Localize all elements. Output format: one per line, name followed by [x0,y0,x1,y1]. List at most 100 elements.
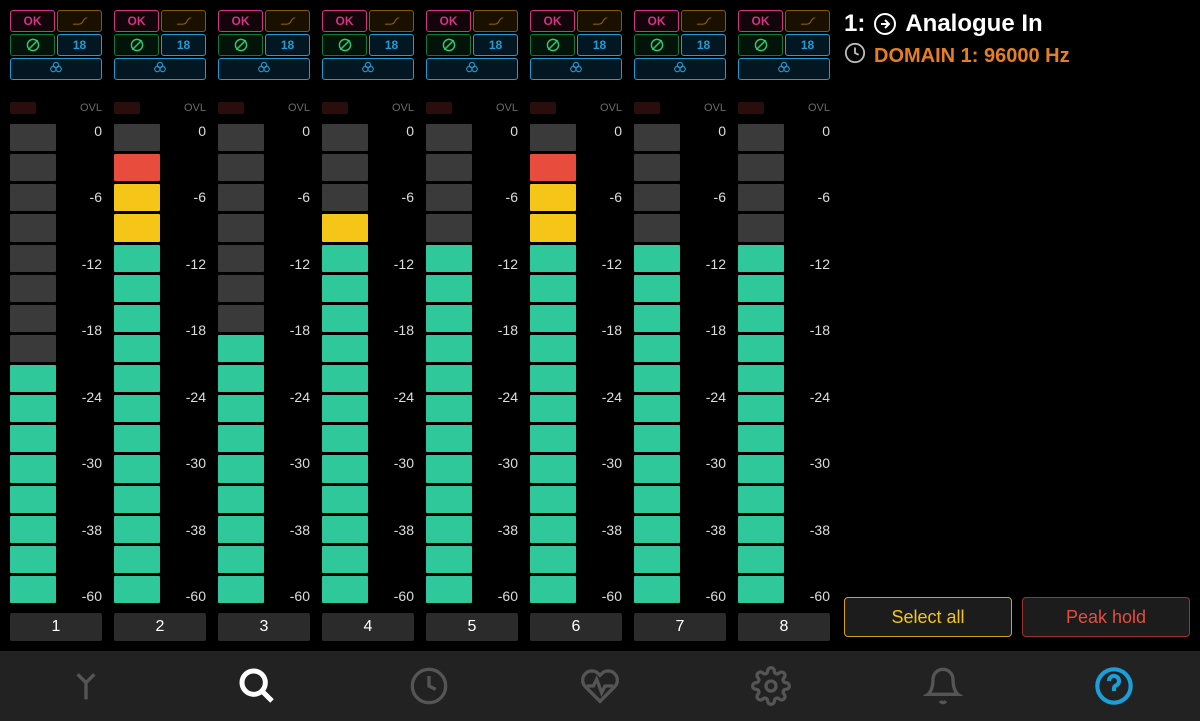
channel-label[interactable]: 5 [426,613,518,641]
ok-badge[interactable]: OK [218,10,263,32]
ok-badge[interactable]: OK [322,10,367,32]
level-meter [426,124,472,603]
channel-label[interactable]: 8 [738,613,830,641]
ovl-label: OVL [352,102,414,114]
link-badge[interactable] [634,58,726,80]
channel-strip: OK18 OVL 0-6-12-18-24-30-38-60 7 [634,10,726,641]
db-scale: 0-6-12-18-24-30-38-60 [680,124,726,603]
ovl-light [218,102,244,114]
nav-clock[interactable] [404,661,454,711]
phase-badge[interactable] [218,34,263,56]
domain-info: DOMAIN 1: 96000 Hz [844,42,1190,70]
ok-badge[interactable]: OK [10,10,55,32]
phase-badge[interactable] [426,34,471,56]
channel-label[interactable]: 4 [322,613,414,641]
level-meter [530,124,576,603]
nav-health[interactable] [575,661,625,711]
channel-strip: OK18 OVL 0-6-12-18-24-30-38-60 2 [114,10,206,641]
db-scale: 0-6-12-18-24-30-38-60 [784,124,830,603]
link-badge[interactable] [426,58,518,80]
gain-badge[interactable]: 18 [473,34,518,56]
gain-badge[interactable]: 18 [265,34,310,56]
eq-curve-badge[interactable] [785,10,830,32]
clock-icon [844,42,866,70]
bottom-nav [0,651,1200,721]
ok-badge[interactable]: OK [738,10,783,32]
gain-badge[interactable]: 18 [161,34,206,56]
ovl-light [738,102,764,114]
gain-badge[interactable]: 18 [369,34,414,56]
db-scale: 0-6-12-18-24-30-38-60 [576,124,622,603]
db-scale: 0-6-12-18-24-30-38-60 [56,124,102,603]
select-all-button[interactable]: Select all [844,597,1012,637]
eq-curve-badge[interactable] [369,10,414,32]
phase-badge[interactable] [322,34,367,56]
db-scale: 0-6-12-18-24-30-38-60 [160,124,206,603]
ok-badge[interactable]: OK [634,10,679,32]
channel-title: 1: Analogue In [844,10,1190,38]
db-scale: 0-6-12-18-24-30-38-60 [264,124,310,603]
nav-search[interactable] [232,661,282,711]
link-badge[interactable] [530,58,622,80]
level-meter [114,124,160,603]
ovl-light [426,102,452,114]
gain-badge[interactable]: 18 [785,34,830,56]
phase-badge[interactable] [10,34,55,56]
link-badge[interactable] [322,58,414,80]
level-meter [10,124,56,603]
level-meter [322,124,368,603]
ovl-light [634,102,660,114]
channel-strip: OK18 OVL 0-6-12-18-24-30-38-60 8 [738,10,830,641]
ok-badge[interactable]: OK [426,10,471,32]
channel-label[interactable]: 3 [218,613,310,641]
nav-alerts[interactable] [918,661,968,711]
ovl-label: OVL [560,102,622,114]
channel-label[interactable]: 6 [530,613,622,641]
ovl-label: OVL [768,102,830,114]
nav-routing[interactable] [61,661,111,711]
channel-strip: OK18 OVL 0-6-12-18-24-30-38-60 4 [322,10,414,641]
ovl-label: OVL [248,102,310,114]
gain-badge[interactable]: 18 [681,34,726,56]
db-scale: 0-6-12-18-24-30-38-60 [472,124,518,603]
ok-badge[interactable]: OK [114,10,159,32]
channel-strip: OK18 OVL 0-6-12-18-24-30-38-60 6 [530,10,622,641]
phase-badge[interactable] [530,34,575,56]
ovl-light [10,102,36,114]
level-meter [218,124,264,603]
channel-strip: OK18 OVL 0-6-12-18-24-30-38-60 3 [218,10,310,641]
channel-strip: OK18 OVL 0-6-12-18-24-30-38-60 1 [10,10,102,641]
ovl-light [114,102,140,114]
channel-label[interactable]: 1 [10,613,102,641]
eq-curve-badge[interactable] [473,10,518,32]
link-badge[interactable] [738,58,830,80]
ovl-label: OVL [144,102,206,114]
eq-curve-badge[interactable] [57,10,102,32]
db-scale: 0-6-12-18-24-30-38-60 [368,124,414,603]
nav-settings[interactable] [746,661,796,711]
ovl-label: OVL [40,102,102,114]
phase-badge[interactable] [738,34,783,56]
phase-badge[interactable] [634,34,679,56]
phase-badge[interactable] [114,34,159,56]
nav-help[interactable] [1089,661,1139,711]
input-icon [873,12,897,36]
peak-hold-button[interactable]: Peak hold [1022,597,1190,637]
eq-curve-badge[interactable] [681,10,726,32]
ovl-light [322,102,348,114]
gain-badge[interactable]: 18 [57,34,102,56]
eq-curve-badge[interactable] [265,10,310,32]
eq-curve-badge[interactable] [161,10,206,32]
link-badge[interactable] [10,58,102,80]
channel-label[interactable]: 7 [634,613,726,641]
gain-badge[interactable]: 18 [577,34,622,56]
channel-strip: OK18 OVL 0-6-12-18-24-30-38-60 5 [426,10,518,641]
eq-curve-badge[interactable] [577,10,622,32]
channel-label[interactable]: 2 [114,613,206,641]
ovl-label: OVL [456,102,518,114]
link-badge[interactable] [114,58,206,80]
ok-badge[interactable]: OK [530,10,575,32]
link-badge[interactable] [218,58,310,80]
level-meter [634,124,680,603]
ovl-label: OVL [664,102,726,114]
